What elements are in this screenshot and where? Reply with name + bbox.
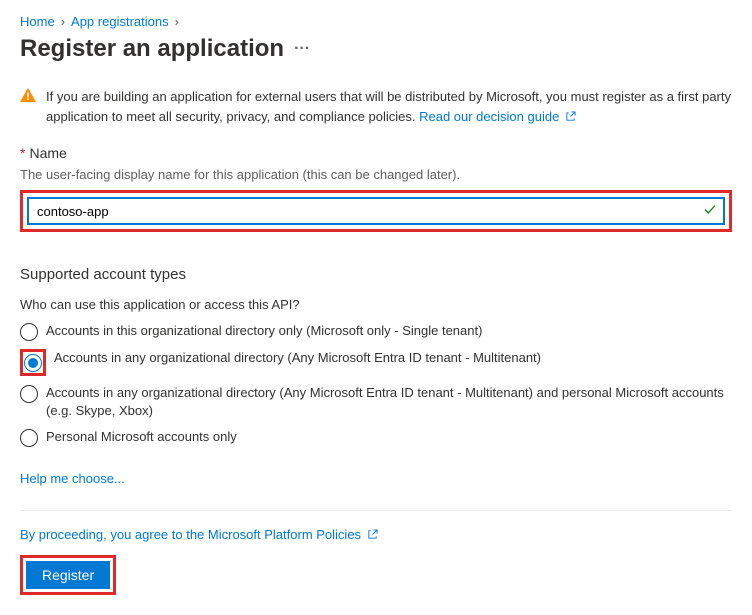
register-button-highlight: Register: [20, 555, 116, 595]
name-input-highlight: [20, 190, 732, 232]
radio-selection-highlight: [20, 349, 46, 376]
help-me-choose-link[interactable]: Help me choose...: [20, 471, 125, 486]
checkmark-icon: [703, 203, 717, 220]
name-hint: The user-facing display name for this ap…: [20, 167, 732, 182]
breadcrumb-app-registrations[interactable]: App registrations: [71, 14, 169, 29]
radio-selected-dot: [28, 358, 38, 368]
required-asterisk: *: [20, 145, 25, 161]
external-link-icon: [565, 108, 576, 128]
platform-policies-link[interactable]: By proceeding, you agree to the Microsof…: [20, 527, 378, 542]
radio-label: Accounts in any organizational directory…: [54, 349, 732, 367]
name-input[interactable]: [27, 197, 725, 225]
external-link-icon: [367, 528, 378, 543]
more-actions-icon[interactable]: ···: [294, 40, 310, 58]
radio-option-multitenant[interactable]: Accounts in any organizational directory…: [20, 349, 732, 376]
radio-label: Accounts in any organizational directory…: [46, 384, 732, 420]
radio-option-multitenant-personal[interactable]: Accounts in any organizational directory…: [20, 384, 732, 420]
radio-icon[interactable]: [20, 385, 38, 403]
chevron-right-icon: ›: [61, 14, 65, 29]
register-button[interactable]: Register: [26, 561, 110, 589]
radio-icon[interactable]: [20, 323, 38, 341]
breadcrumb: Home › App registrations ›: [20, 14, 732, 29]
chevron-right-icon: ›: [175, 14, 179, 29]
warning-text: If you are building an application for e…: [46, 87, 732, 127]
radio-option-personal-only[interactable]: Personal Microsoft accounts only: [20, 428, 732, 447]
account-types-title: Supported account types: [20, 266, 732, 283]
footer-policy: By proceeding, you agree to the Microsof…: [20, 527, 732, 543]
warning-message: If you are building an application for e…: [46, 89, 731, 124]
divider: [20, 510, 732, 511]
breadcrumb-home[interactable]: Home: [20, 14, 55, 29]
account-types-question: Who can use this application or access t…: [20, 297, 732, 312]
page-title: Register an application ···: [20, 35, 732, 63]
radio-icon[interactable]: [20, 429, 38, 447]
decision-guide-link[interactable]: Read our decision guide: [419, 109, 576, 124]
radio-icon[interactable]: [24, 354, 42, 372]
warning-icon: [20, 87, 36, 127]
page-title-text: Register an application: [20, 35, 284, 63]
name-label: *Name: [20, 145, 732, 161]
warning-banner: If you are building an application for e…: [20, 87, 732, 127]
radio-label: Personal Microsoft accounts only: [46, 428, 732, 446]
radio-label: Accounts in this organizational director…: [46, 322, 732, 340]
radio-option-single-tenant[interactable]: Accounts in this organizational director…: [20, 322, 732, 341]
account-types-radio-group: Accounts in this organizational director…: [20, 322, 732, 447]
